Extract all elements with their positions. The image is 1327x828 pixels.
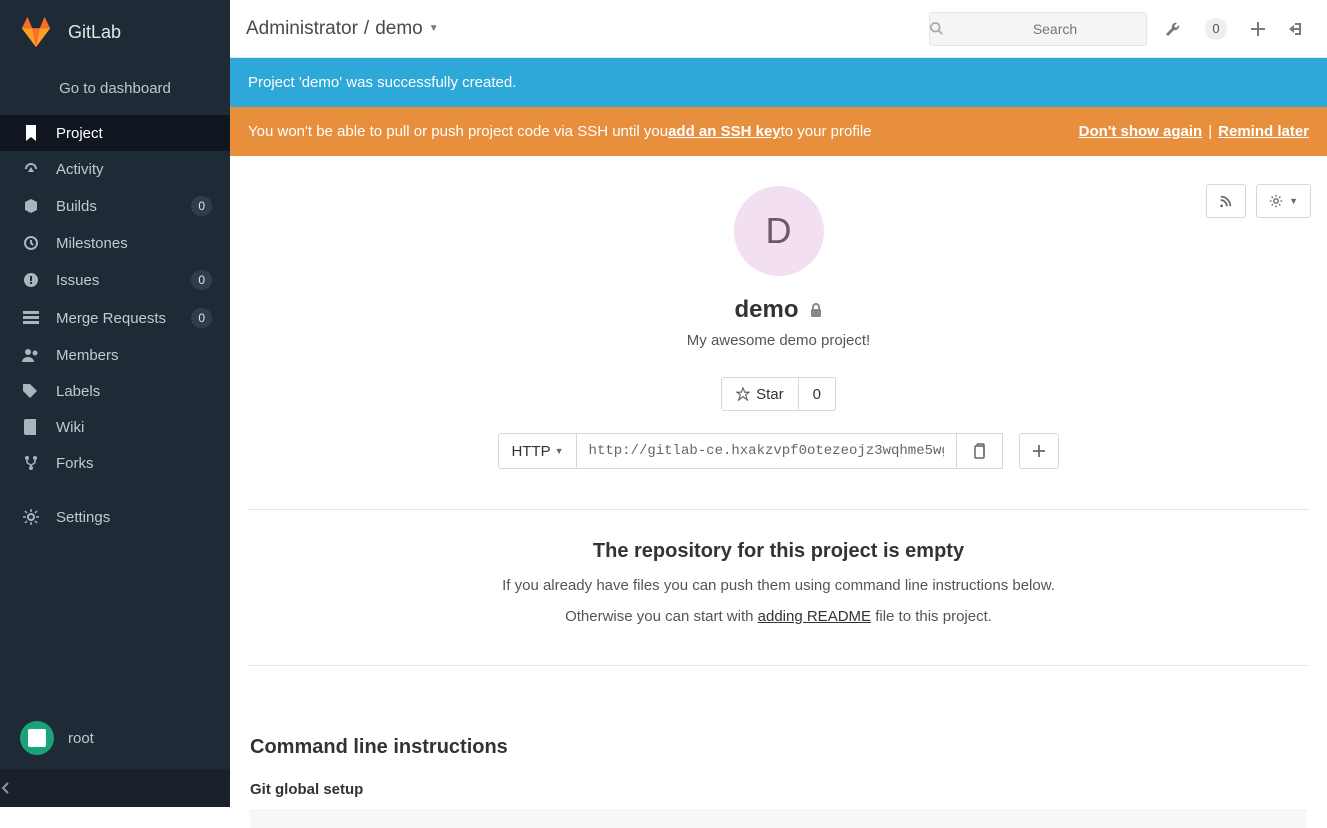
cube-icon — [22, 197, 40, 215]
search-box[interactable] — [929, 12, 1147, 46]
success-banner: Project 'demo' was successfully created. — [230, 58, 1327, 107]
nav-label: Wiki — [56, 419, 212, 436]
project-settings-button[interactable]: ▼ — [1256, 184, 1311, 218]
divider — [248, 509, 1309, 510]
user-name: root — [68, 730, 94, 747]
go-to-dashboard-link[interactable]: Go to dashboard — [0, 64, 230, 115]
breadcrumb-project: demo — [375, 18, 423, 40]
bookmark-icon — [22, 124, 40, 142]
cli-instructions: Command line instructions Git global set… — [230, 706, 1327, 828]
sidebar-item-project[interactable]: Project — [0, 115, 230, 151]
sidebar-item-labels[interactable]: Labels — [0, 373, 230, 409]
breadcrumb[interactable]: Administrator / demo ▼ — [246, 18, 439, 40]
sidebar: GitLab Go to dashboard Project Activity … — [0, 0, 230, 807]
mr-count-badge: 0 — [191, 308, 212, 328]
divider — [248, 665, 1309, 666]
gitlab-logo-icon[interactable] — [18, 14, 54, 50]
copy-url-button[interactable] — [957, 433, 1003, 469]
clone-url-input[interactable] — [577, 433, 957, 469]
sidebar-item-builds[interactable]: Builds 0 — [0, 187, 230, 225]
star-button[interactable]: Star — [721, 377, 799, 411]
cli-section-title: Git global setup — [250, 781, 1307, 798]
remind-later-link[interactable]: Remind later — [1218, 123, 1309, 140]
fork-icon — [22, 454, 40, 472]
warning-icon — [22, 271, 40, 289]
sidebar-header: GitLab — [0, 0, 230, 64]
rss-button[interactable] — [1206, 184, 1246, 218]
empty-title: The repository for this project is empty — [266, 540, 1291, 563]
collapse-sidebar-button[interactable] — [0, 769, 230, 807]
project-actions: ▼ — [1206, 184, 1311, 218]
nav-label: Project — [56, 125, 212, 142]
chevron-down-icon: ▼ — [555, 446, 564, 456]
users-icon — [22, 346, 40, 364]
admin-wrench-icon[interactable] — [1159, 21, 1187, 37]
nav-label: Activity — [56, 161, 212, 178]
sidebar-item-forks[interactable]: Forks — [0, 445, 230, 481]
nav-label: Forks — [56, 455, 212, 472]
sidebar-item-activity[interactable]: Activity — [0, 151, 230, 187]
search-input[interactable] — [964, 21, 1146, 37]
cli-title: Command line instructions — [250, 736, 1307, 759]
chevron-down-icon: ▼ — [1289, 196, 1298, 206]
adding-readme-link[interactable]: adding README — [758, 608, 871, 625]
star-row: Star 0 — [248, 377, 1309, 411]
sidebar-footer: root — [0, 707, 230, 807]
project-header: ▼ D demo My awesome demo project! Star 0… — [230, 156, 1327, 706]
cli-code-block — [250, 810, 1307, 828]
builds-count-badge: 0 — [191, 196, 212, 216]
empty-repo-block: The repository for this project is empty… — [248, 540, 1309, 625]
nav-list: Project Activity Builds 0 Milestones Iss… — [0, 115, 230, 707]
main-content: Administrator / demo ▼ 0 Project 'demo' … — [230, 0, 1327, 828]
brand-name: GitLab — [68, 22, 121, 43]
issues-count-badge: 0 — [191, 270, 212, 290]
sidebar-item-issues[interactable]: Issues 0 — [0, 261, 230, 299]
tags-icon — [22, 382, 40, 400]
ssh-warning-banner: You won't be able to pull or push projec… — [230, 107, 1327, 156]
project-title: demo — [248, 296, 1309, 324]
add-button[interactable] — [1019, 433, 1059, 469]
add-ssh-key-link[interactable]: add an SSH key — [668, 123, 781, 140]
empty-line-1: If you already have files you can push t… — [266, 577, 1291, 594]
nav-label: Members — [56, 347, 212, 364]
todos-count: 0 — [1205, 18, 1227, 40]
search-icon — [930, 22, 964, 36]
nav-label: Issues — [56, 272, 175, 289]
dashboard-icon — [22, 160, 40, 178]
sidebar-item-wiki[interactable]: Wiki — [0, 409, 230, 445]
nav-label: Milestones — [56, 235, 212, 252]
dont-show-again-link[interactable]: Don't show again — [1079, 123, 1203, 140]
sidebar-item-members[interactable]: Members — [0, 337, 230, 373]
todos-button[interactable]: 0 — [1199, 18, 1233, 40]
sidebar-item-merge-requests[interactable]: Merge Requests 0 — [0, 299, 230, 337]
star-count: 0 — [799, 377, 836, 411]
star-icon — [736, 387, 750, 401]
project-description: My awesome demo project! — [248, 332, 1309, 349]
user-avatar-icon — [20, 721, 54, 755]
nav-label: Merge Requests — [56, 310, 175, 327]
nav-label: Labels — [56, 383, 212, 400]
tasks-icon — [22, 309, 40, 327]
current-user-link[interactable]: root — [0, 707, 230, 769]
breadcrumb-owner: Administrator — [246, 18, 358, 40]
cogs-icon — [22, 508, 40, 526]
topbar: Administrator / demo ▼ 0 — [230, 0, 1327, 58]
sidebar-item-settings[interactable]: Settings — [0, 499, 230, 535]
clone-protocol-dropdown[interactable]: HTTP ▼ — [498, 433, 576, 469]
nav-label: Settings — [56, 509, 212, 526]
empty-line-2: Otherwise you can start with adding READ… — [266, 608, 1291, 625]
chevron-down-icon: ▼ — [429, 23, 439, 34]
project-avatar: D — [734, 186, 824, 276]
sign-out-icon[interactable] — [1283, 21, 1311, 37]
clock-icon — [22, 234, 40, 252]
nav-label: Builds — [56, 198, 175, 215]
lock-icon — [809, 302, 823, 318]
new-item-plus-icon[interactable] — [1245, 22, 1271, 36]
clone-row: HTTP ▼ — [248, 433, 1309, 469]
sidebar-item-milestones[interactable]: Milestones — [0, 225, 230, 261]
book-icon — [22, 418, 40, 436]
